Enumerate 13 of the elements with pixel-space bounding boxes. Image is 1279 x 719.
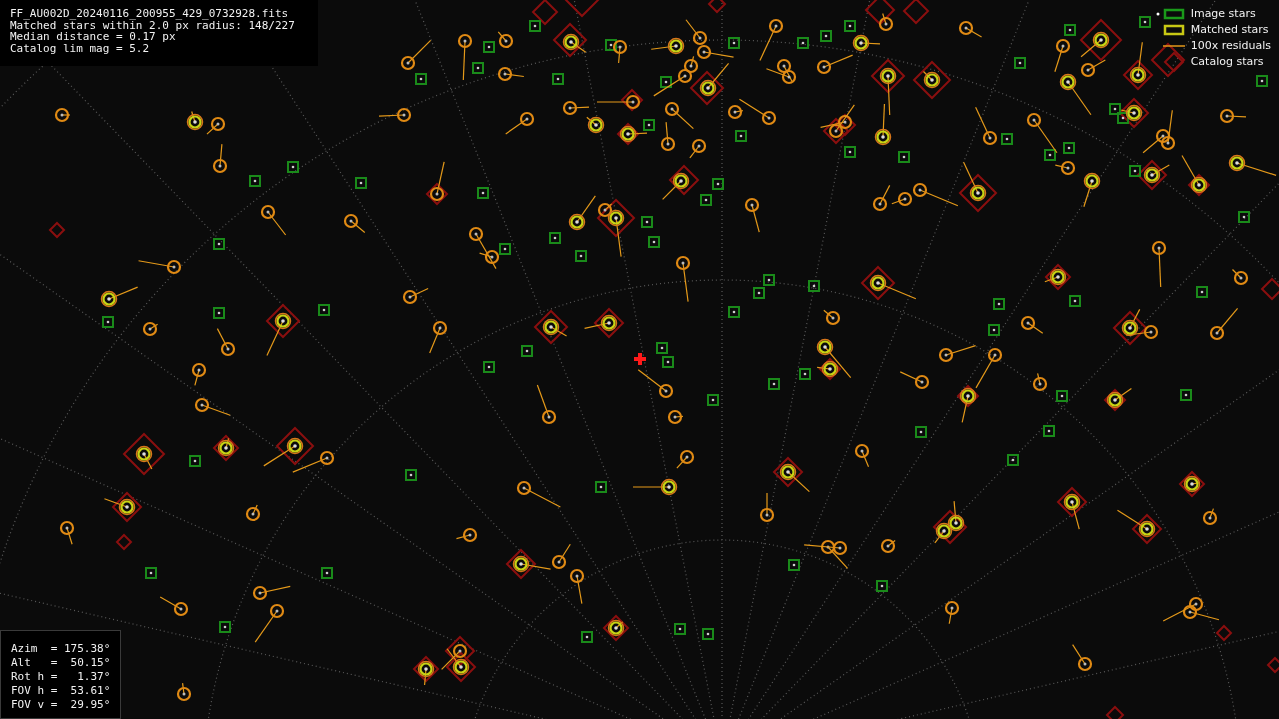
legend-label: Catalog stars <box>1190 55 1264 68</box>
info-text: Matched stars within 2.0 px radius: 148/227 <box>10 19 296 31</box>
legend-label: Matched stars <box>1190 23 1269 36</box>
pointing-text: Azim = 175.38° <box>11 642 112 656</box>
pointing-text: FOV v = 29.95° <box>11 698 112 712</box>
pointing-text: FOV h = 53.61° <box>11 684 112 698</box>
pointing-text: Alt = 50.15° <box>11 656 112 670</box>
info-text: Median distance = 0.17 px <box>10 31 176 43</box>
legend-label: 100x residuals <box>1190 39 1271 52</box>
info-text: FF_AU002D_20240116_200955_429_0732928.fits <box>10 8 290 20</box>
pointing-text: Rot h = 1.37° <box>11 670 112 684</box>
info-text: Catalog lim mag = 5.2 <box>10 42 151 54</box>
legend-label: Image stars <box>1190 7 1256 20</box>
